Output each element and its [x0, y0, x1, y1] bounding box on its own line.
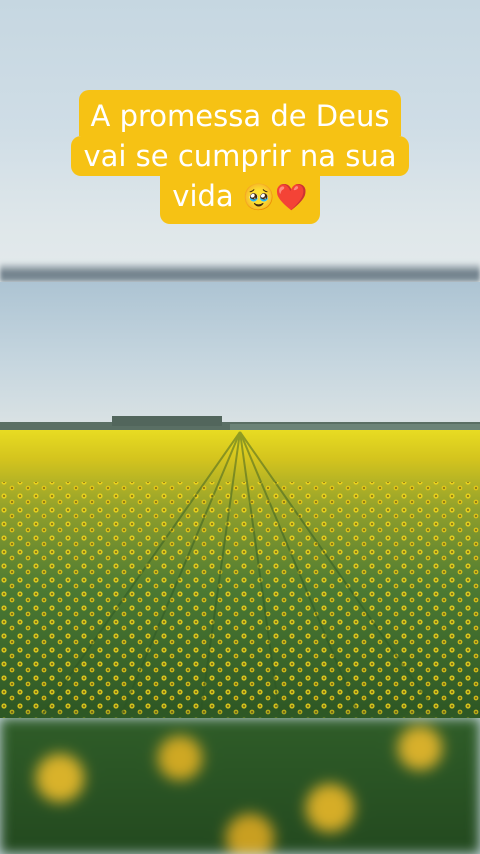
tree-line [0, 416, 480, 432]
field-rows [0, 416, 480, 718]
caption: A promessa de Deus vai se cumprir na sua… [0, 90, 480, 224]
caption-line-1: A promessa de Deus [78, 90, 402, 136]
blurred-foreground [0, 718, 480, 854]
caption-line-2: vai se cumprir na sua [71, 136, 409, 176]
top-horizon-haze [0, 262, 480, 282]
emoji-icons: 🥹❤️ [242, 183, 308, 213]
caption-line-3-text: vida [172, 179, 234, 213]
sunflower-field-photo [0, 282, 480, 718]
caption-line-3: vida 🥹❤️ [160, 176, 320, 224]
sunflower-heads [0, 482, 480, 718]
caption-box: A promessa de Deus vai se cumprir na sua… [71, 90, 409, 224]
